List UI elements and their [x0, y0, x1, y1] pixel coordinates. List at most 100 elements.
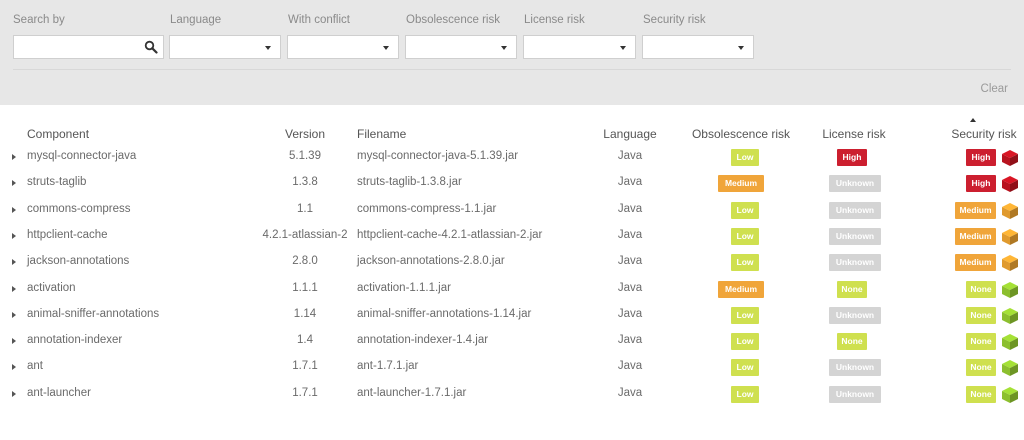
language: Java [617, 281, 643, 294]
filename: jackson-annotations-2.8.0.jar [357, 255, 505, 268]
obsolescence-risk-badge: Medium [718, 175, 764, 193]
expand-arrow-icon[interactable] [12, 364, 16, 371]
cube-icon [1002, 334, 1018, 351]
version: 1.1 [297, 202, 313, 215]
version: 1.4 [297, 334, 313, 347]
column-header-obsolescence-risk[interactable]: Obsolescence risk [684, 127, 798, 141]
filename: animal-sniffer-annotations-1.14.jar [357, 307, 532, 320]
filename: annotation-indexer-1.4.jar [357, 334, 489, 347]
table-row[interactable]: annotation-indexer 1.4 annotation-indexer-… [0, 329, 1024, 355]
chevron-down-icon [620, 46, 626, 50]
table-row[interactable]: mysql-connector-java 5.1.39 mysql-connecto… [0, 145, 1024, 171]
with-conflict-select[interactable] [287, 35, 399, 59]
obsolescence-filter-label: Obsolescence risk [406, 14, 500, 26]
security-risk-badge: High [966, 149, 996, 166]
sort-ascending-icon[interactable] [970, 118, 976, 122]
license-risk-badge: Unknown [829, 359, 881, 377]
expand-arrow-icon[interactable] [12, 154, 16, 160]
expand-arrow-icon[interactable] [12, 232, 16, 239]
filename: httpclient-cache-4.2.1-atlassian-2.jar [357, 228, 543, 241]
security-risk-badge: None [966, 280, 996, 298]
security-risk-badge: None [966, 306, 996, 324]
cube-icon [1002, 360, 1018, 377]
obsolescence-risk-select[interactable] [405, 35, 517, 59]
cube-icon [1002, 228, 1018, 245]
language: Java [617, 334, 643, 347]
column-header-version[interactable]: Version [260, 127, 350, 141]
expand-arrow-icon[interactable] [12, 338, 16, 345]
license-risk-badge: Unknown [829, 385, 881, 403]
license-risk-badge: Unknown [829, 201, 881, 219]
filename: ant-1.7.1.jar [357, 360, 419, 373]
security-risk-badge: None [966, 333, 996, 351]
table-row[interactable]: httpclient-cache 4.2.1-atlassian-2 httpcli… [0, 224, 1024, 250]
column-header-security-risk[interactable]: Security risk [944, 127, 1024, 141]
expand-arrow-icon[interactable] [12, 206, 16, 213]
expand-arrow-icon[interactable] [12, 285, 16, 292]
table-row[interactable]: ant-launcher 1.7.1 ant-launcher-1.7.1.jar J… [0, 382, 1024, 408]
security-risk-badge: None [966, 359, 996, 377]
search-input[interactable] [13, 35, 164, 59]
chevron-down-icon [501, 46, 507, 50]
obsolescence-risk-badge: Low [731, 359, 759, 377]
language-filter-label: Language [170, 14, 222, 26]
language-select[interactable] [169, 35, 281, 59]
language: Java [617, 176, 643, 189]
obsolescence-risk-badge: Low [731, 227, 759, 245]
obsolescence-risk-badge: Low [731, 254, 759, 272]
column-header-component[interactable]: Component [27, 127, 89, 141]
expand-arrow-icon[interactable] [12, 311, 16, 318]
conflict-filter-label: With conflict [288, 14, 350, 26]
language: Java [617, 150, 643, 162]
column-header-language[interactable]: Language [590, 127, 670, 141]
license-risk-badge: Unknown [829, 306, 881, 324]
cube-icon [1002, 386, 1018, 403]
search-icon[interactable] [144, 40, 158, 54]
column-header-license-risk[interactable]: License risk [810, 127, 898, 141]
version: 2.8.0 [292, 255, 318, 268]
obsolescence-risk-badge: Low [731, 385, 759, 403]
table-row[interactable]: ant 1.7.1 ant-1.7.1.jar Java Low Unknown None [0, 355, 1024, 381]
obsolescence-risk-badge: Low [731, 333, 759, 351]
cube-icon [1002, 255, 1018, 272]
component-name: ant-launcher [27, 386, 91, 399]
security-risk-badge: High [966, 175, 996, 193]
version: 1.7.1 [292, 360, 318, 373]
security-risk-select[interactable] [642, 35, 754, 59]
language: Java [617, 228, 643, 241]
component-name: jackson-annotations [27, 255, 130, 268]
version: 4.2.1-atlassian-2 [262, 228, 348, 241]
column-header-filename[interactable]: Filename [357, 127, 406, 141]
license-risk-badge: Unknown [829, 227, 881, 245]
version: 5.1.39 [289, 150, 321, 162]
clear-filters-link[interactable]: Clear [981, 83, 1008, 95]
obsolescence-risk-badge: Low [731, 201, 759, 219]
cube-icon [1002, 150, 1018, 166]
version: 1.1.1 [292, 281, 318, 294]
obsolescence-risk-badge: Low [731, 149, 759, 166]
license-risk-select[interactable] [523, 35, 636, 59]
filename: activation-1.1.1.jar [357, 281, 451, 294]
chevron-down-icon [265, 46, 271, 50]
table-row[interactable]: animal-sniffer-annotations 1.14 animal-sni… [0, 303, 1024, 329]
component-name: httpclient-cache [27, 228, 108, 241]
expand-arrow-icon[interactable] [12, 180, 16, 187]
table-row[interactable]: struts-taglib 1.3.8 struts-taglib-1.3.8.ja… [0, 171, 1024, 197]
component-name: animal-sniffer-annotations [27, 307, 160, 320]
version: 1.7.1 [292, 386, 318, 399]
table-row[interactable]: activation 1.1.1 activation-1.1.1.jar Java M… [0, 277, 1024, 303]
security-risk-badge: Medium [955, 254, 996, 272]
language: Java [617, 307, 643, 320]
component-name: mysql-connector-java [27, 150, 137, 162]
license-risk-badge: Unknown [829, 254, 881, 272]
language: Java [617, 255, 643, 268]
expand-arrow-icon[interactable] [12, 259, 16, 266]
expand-arrow-icon[interactable] [12, 390, 16, 397]
search-by-label: Search by [13, 14, 65, 26]
language: Java [617, 202, 643, 215]
chevron-down-icon [738, 46, 744, 50]
table-row[interactable]: commons-compress 1.1 commons-compress-1.1.… [0, 198, 1024, 224]
cube-icon [1002, 202, 1018, 219]
component-name: activation [27, 281, 76, 294]
table-row[interactable]: jackson-annotations 2.8.0 jackson-annotati… [0, 250, 1024, 276]
